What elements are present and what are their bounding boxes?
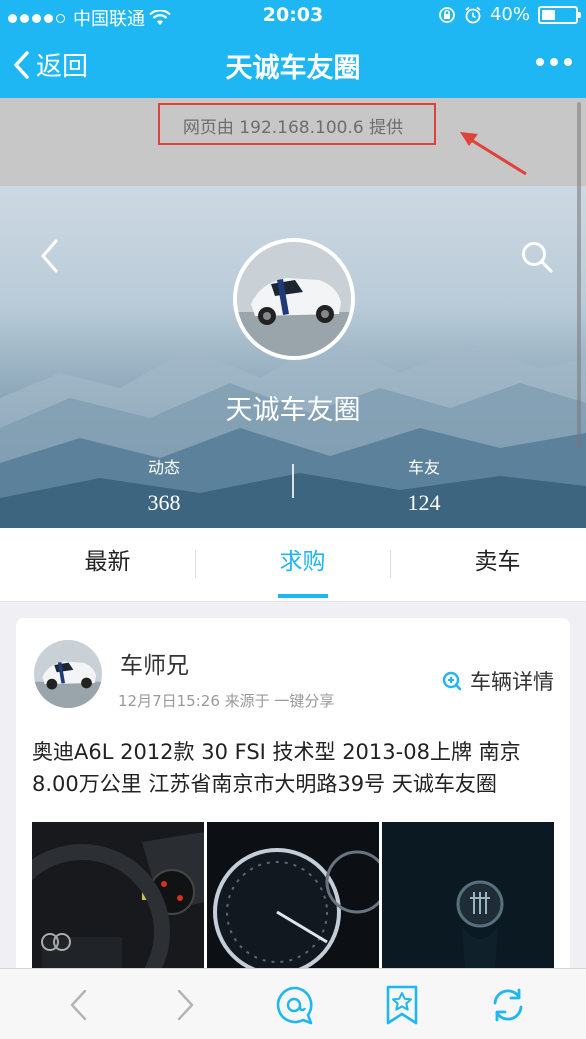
browser-back-button[interactable] xyxy=(56,983,100,1027)
post-card[interactable]: 车师兄 12月7日15:26 来源于 一键分享 车辆详情 奥迪A6L 2012款… xyxy=(16,618,570,978)
stat-divider xyxy=(292,464,294,498)
page-title: 天诚车友圈 xyxy=(225,53,361,84)
bookmark-button[interactable] xyxy=(380,983,424,1027)
chevron-right-icon xyxy=(177,989,194,1021)
photo-grid xyxy=(32,822,554,978)
stat-posts[interactable]: 动态 368 xyxy=(84,454,244,516)
group-avatar xyxy=(233,238,355,360)
browser-toolbar xyxy=(0,968,586,1039)
car-avatar-image xyxy=(237,242,351,356)
chat-bubble-icon xyxy=(276,986,313,1025)
tab-selling[interactable]: 卖车 xyxy=(400,528,586,602)
photo-thumbnail[interactable] xyxy=(382,822,554,978)
post-meta: 12月7日15:26 来源于 一键分享 xyxy=(118,692,335,710)
tab-latest[interactable]: 最新 xyxy=(10,528,205,602)
stat-value: 124 xyxy=(407,490,441,515)
status-bar: 中国联通 20:03 40% xyxy=(0,0,586,30)
author-name[interactable]: 车师兄 xyxy=(120,646,189,680)
photo-thumbnail[interactable] xyxy=(207,822,379,978)
annotation-arrow-icon xyxy=(460,132,527,176)
post-content: 奥迪A6L 2012款 30 FSI 技术型 2013-08上牌 南京 8.00… xyxy=(32,740,521,796)
bookmark-star-icon xyxy=(386,985,418,1025)
tab-divider xyxy=(390,550,391,578)
stat-label: 动态 xyxy=(147,458,180,477)
zoom-in-icon xyxy=(442,671,462,691)
battery-icon xyxy=(538,5,581,24)
tab-bar: 最新 求购 卖车 xyxy=(0,528,586,602)
more-menu-button[interactable] xyxy=(536,58,572,66)
rotation-lock-icon xyxy=(439,6,455,23)
speedometer-photo xyxy=(207,822,379,978)
photo-thumbnail[interactable] xyxy=(32,822,204,978)
navigation-bar: 返回 天诚车友圈 xyxy=(0,30,586,98)
page-scrollbar[interactable] xyxy=(577,102,581,448)
profile-hero: 天诚车友圈 动态 368 车友 124 xyxy=(0,186,586,528)
author-avatar[interactable] xyxy=(34,640,102,708)
vehicle-detail-link[interactable]: 车辆详情 xyxy=(442,666,554,696)
group-name: 天诚车友圈 xyxy=(225,395,361,426)
chevron-left-icon xyxy=(70,989,87,1021)
car-avatar-image xyxy=(34,640,102,708)
refresh-button[interactable] xyxy=(486,983,530,1027)
gear-shifter-photo xyxy=(382,822,554,978)
alarm-icon xyxy=(465,6,481,23)
stat-value: 368 xyxy=(147,490,181,515)
hero-back-icon[interactable] xyxy=(38,238,60,274)
tab-divider xyxy=(195,550,196,578)
battery-level-fill xyxy=(542,9,555,20)
stat-members[interactable]: 车友 124 xyxy=(344,454,504,516)
share-chat-button[interactable] xyxy=(272,983,316,1027)
refresh-icon xyxy=(493,988,523,1022)
stat-label: 车友 xyxy=(407,458,440,477)
top-bar: 中国联通 20:03 40% 返回 天诚车友圈 xyxy=(0,0,586,98)
steering-wheel-photo xyxy=(32,822,204,978)
tab-wanted[interactable]: 求购 xyxy=(205,528,400,602)
search-icon[interactable] xyxy=(520,240,554,274)
vehicle-detail-label: 车辆详情 xyxy=(470,670,554,694)
status-right: 40% xyxy=(438,4,581,25)
browser-forward-button[interactable] xyxy=(164,983,208,1027)
active-tab-indicator xyxy=(278,594,328,598)
battery-percentage: 40% xyxy=(489,4,530,25)
